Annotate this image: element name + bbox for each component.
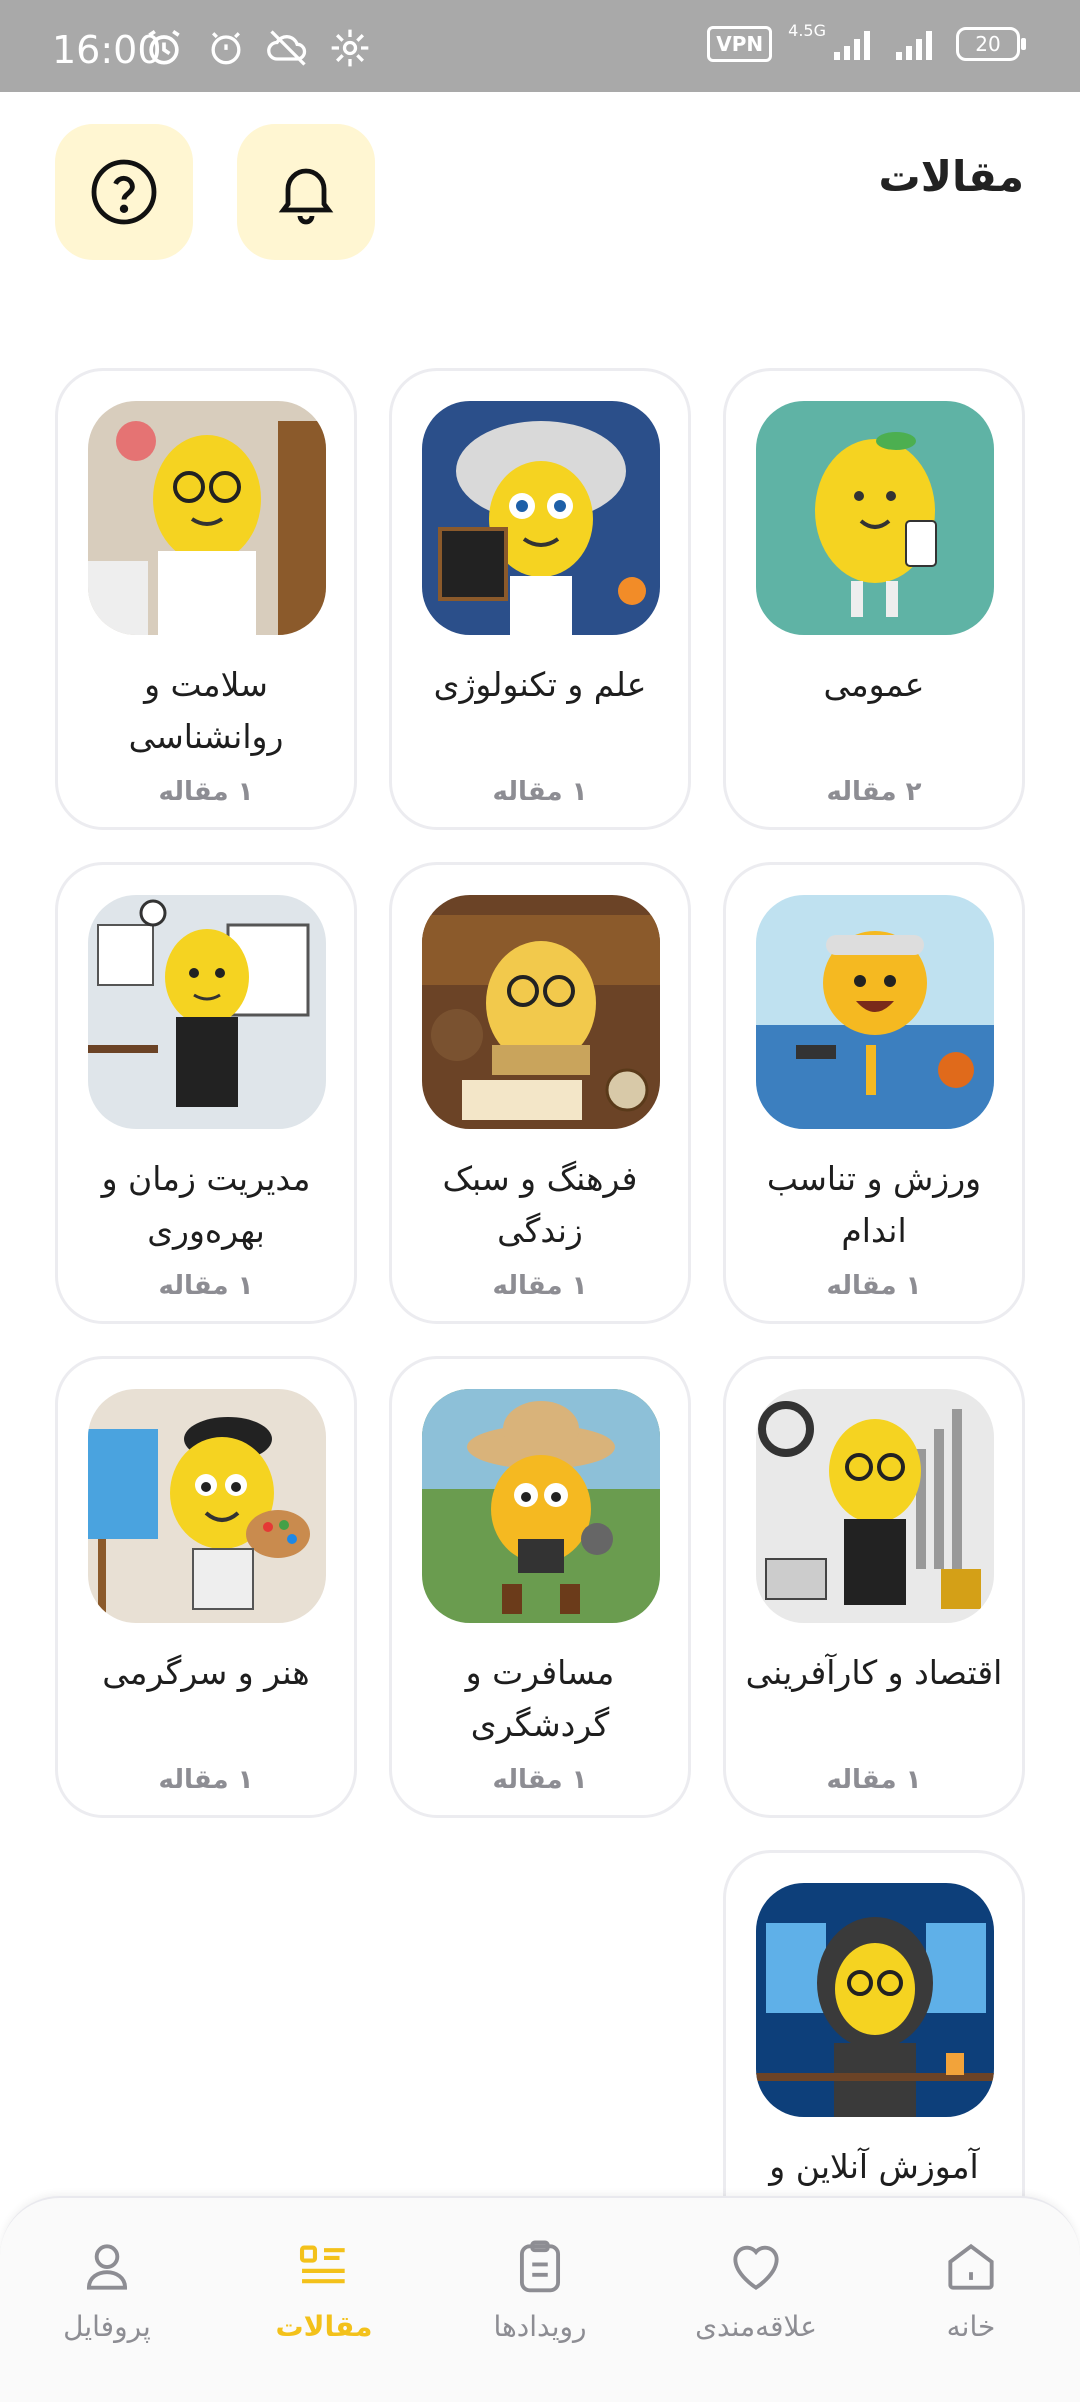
nav-label: رویدادها bbox=[493, 2310, 587, 2343]
nav-home[interactable]: خانه bbox=[876, 2236, 1066, 2343]
help-button[interactable] bbox=[55, 124, 193, 260]
category-title: فرهنگ و سبک زندگی bbox=[442, 1159, 638, 1250]
category-image bbox=[756, 895, 994, 1129]
bell-icon bbox=[278, 168, 334, 225]
notifications-button[interactable] bbox=[237, 124, 375, 260]
article-count: ۱ مقاله bbox=[492, 1765, 588, 1795]
category-card-health[interactable]: سلامت و روانشناسی ۱ مقاله bbox=[55, 368, 357, 830]
category-image bbox=[422, 1389, 660, 1623]
nav-articles[interactable]: مقالات bbox=[229, 2236, 419, 2343]
category-card-general[interactable]: عمومی ۲ مقاله bbox=[723, 368, 1025, 830]
vpn-badge: VPN bbox=[707, 26, 773, 62]
alarm-outline-icon bbox=[211, 32, 241, 65]
bottom-navigation: خانه علاقه‌مندی رویدادها مقالات پروفایل bbox=[0, 2196, 1080, 2402]
nav-events[interactable]: رویدادها bbox=[445, 2236, 635, 2343]
category-image bbox=[88, 1389, 326, 1623]
home-icon bbox=[948, 2243, 994, 2290]
list-icon bbox=[299, 2245, 345, 2284]
signal-icon-2 bbox=[896, 31, 932, 60]
category-grid: عمومی ۲ مقاله علم و تکنولوژی ۱ مقاله سلا… bbox=[55, 368, 1025, 2312]
category-image bbox=[756, 1389, 994, 1623]
article-count: ۲ مقاله bbox=[826, 777, 922, 807]
nav-label: مقالات bbox=[275, 2310, 373, 2343]
nav-label: پروفایل bbox=[63, 2310, 151, 2343]
category-title: علم و تکنولوژی bbox=[433, 665, 647, 704]
article-count: ۱ مقاله bbox=[492, 1271, 588, 1301]
article-count: ۱ مقاله bbox=[158, 1765, 254, 1795]
nav-favorites[interactable]: علاقه‌مندی bbox=[661, 2236, 851, 2343]
page-title: مقالات bbox=[878, 152, 1024, 201]
heart-icon bbox=[733, 2245, 779, 2290]
article-count: ۱ مقاله bbox=[158, 777, 254, 807]
category-title: ورزش و تناسب اندام bbox=[766, 1159, 982, 1250]
battery-indicator: 20 bbox=[956, 27, 1026, 61]
question-icon bbox=[91, 159, 157, 225]
category-image bbox=[88, 401, 326, 635]
network-type: 4.5G bbox=[788, 20, 826, 40]
category-image bbox=[422, 895, 660, 1129]
category-title: مدیریت زمان و بهره‌وری bbox=[101, 1159, 311, 1250]
article-count: ۱ مقاله bbox=[826, 1765, 922, 1795]
category-title: سلامت و روانشناسی bbox=[128, 665, 284, 756]
category-title: آموزش آنلاین و bbox=[769, 2147, 979, 2186]
category-title: عمومی bbox=[823, 665, 925, 704]
clipboard-icon bbox=[519, 2240, 561, 2293]
category-image bbox=[756, 401, 994, 635]
alarm-icon bbox=[148, 29, 180, 65]
status-bar: 16:00 VPN 4.5G 20 bbox=[0, 0, 1080, 92]
user-icon bbox=[86, 2244, 128, 2290]
category-title: مسافرت و گردشگری bbox=[465, 1653, 615, 1744]
category-card-productivity[interactable]: مدیریت زمان و بهره‌وری ۱ مقاله bbox=[55, 862, 357, 1324]
article-count: ۱ مقاله bbox=[492, 777, 588, 807]
category-card-sports[interactable]: ورزش و تناسب اندام ۱ مقاله bbox=[723, 862, 1025, 1324]
category-title: اقتصاد و کارآفرینی bbox=[745, 1653, 1003, 1692]
category-title: هنر و سرگرمی bbox=[102, 1653, 310, 1692]
article-count: ۱ مقاله bbox=[826, 1271, 922, 1301]
category-card-economy[interactable]: اقتصاد و کارآفرینی ۱ مقاله bbox=[723, 1356, 1025, 1818]
nav-profile[interactable]: پروفایل bbox=[12, 2236, 202, 2343]
category-image bbox=[756, 1883, 994, 2117]
category-card-culture[interactable]: فرهنگ و سبک زندگی ۱ مقاله bbox=[389, 862, 691, 1324]
article-count: ۱ مقاله bbox=[158, 1271, 254, 1301]
category-image bbox=[88, 895, 326, 1129]
category-image bbox=[422, 401, 660, 635]
nav-label: خانه bbox=[946, 2310, 996, 2343]
category-card-travel[interactable]: مسافرت و گردشگری ۱ مقاله bbox=[389, 1356, 691, 1818]
signal-icon bbox=[834, 31, 870, 60]
nav-label: علاقه‌مندی bbox=[695, 2310, 817, 2343]
category-card-science[interactable]: علم و تکنولوژی ۱ مقاله bbox=[389, 368, 691, 830]
category-card-art[interactable]: هنر و سرگرمی ۱ مقاله bbox=[55, 1356, 357, 1818]
cloud-off-icon bbox=[267, 30, 307, 66]
sync-icon bbox=[331, 29, 369, 67]
